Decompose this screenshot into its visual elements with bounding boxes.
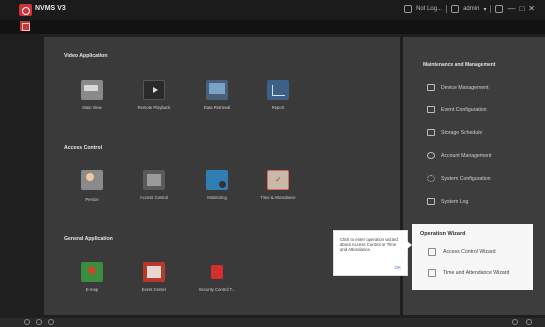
- app-title: NVMS V3: [35, 5, 66, 12]
- app-logo-icon: [19, 4, 32, 16]
- emap-icon: [81, 262, 103, 282]
- menu-system-log[interactable]: System Log: [427, 198, 468, 205]
- access-control-icon: [143, 170, 165, 190]
- tile-label: Security Control T...: [198, 287, 236, 292]
- login-status[interactable]: Not Log...: [416, 6, 442, 12]
- section-title-access: Access Control: [64, 145, 103, 151]
- tile-label: Access Control: [139, 195, 169, 200]
- expand-icon[interactable]: [512, 319, 518, 325]
- tile-data-retrieval[interactable]: Data Retrieval: [192, 80, 242, 110]
- tile-label: Monitoring: [207, 195, 227, 200]
- tile-person[interactable]: Person: [67, 170, 117, 202]
- security-control-icon: [206, 262, 228, 282]
- tile-emap[interactable]: E-map: [67, 262, 117, 292]
- tile-label: Person: [85, 197, 99, 202]
- tooltip-text: Click to enter operation wizard about Ac…: [340, 237, 398, 253]
- tile-event-center[interactable]: Event Center: [129, 262, 179, 292]
- lock-icon[interactable]: [495, 5, 504, 13]
- wizard-title: Operation Wizard: [420, 231, 466, 237]
- tile-label: E-map: [85, 287, 99, 292]
- tile-report[interactable]: Report: [253, 80, 303, 110]
- wizard-item-label: Time and Attendance Wizard: [443, 270, 510, 276]
- alarm-status-icon[interactable]: [24, 319, 30, 325]
- home-tab-icon[interactable]: [20, 21, 30, 31]
- maintenance-title: Maintenance and Management: [423, 62, 496, 68]
- title-bar: NVMS V3 Not Log... admin ▾ — □ ✕: [0, 0, 545, 20]
- monitoring-icon: [206, 170, 228, 190]
- user-name[interactable]: admin: [463, 6, 479, 12]
- menu-storage-schedule[interactable]: Storage Schedule: [427, 129, 482, 136]
- divider: [446, 5, 448, 13]
- status-bar: [0, 318, 545, 327]
- menu-label: Storage Schedule: [441, 129, 483, 136]
- report-icon: [267, 80, 289, 100]
- time-attendance-icon: [267, 170, 289, 190]
- log-icon: [427, 198, 435, 205]
- wizard-item-label: Access Control Wizard: [443, 249, 496, 255]
- user-icon: [451, 5, 460, 13]
- tile-label: Data Retrieval: [203, 105, 231, 110]
- section-title-video: Video Application: [64, 53, 108, 59]
- tile-label: Main View: [82, 105, 102, 110]
- sound-icon[interactable]: [48, 319, 54, 325]
- warning-icon[interactable]: [36, 319, 42, 325]
- alarm-icon[interactable]: [404, 5, 413, 13]
- menu-system-configuration[interactable]: System Configuration: [427, 175, 491, 182]
- menu-label: System Log: [441, 198, 469, 205]
- maximize-button[interactable]: □: [519, 5, 524, 13]
- event-center-icon: [143, 262, 165, 282]
- camera-icon: [81, 80, 103, 100]
- menu-label: Account Management: [441, 152, 492, 159]
- operation-wizard-panel: Operation Wizard Access Control Wizard T…: [412, 224, 533, 290]
- minimize-button[interactable]: —: [507, 5, 515, 13]
- attendance-wizard-icon: [428, 269, 436, 277]
- tile-label: Remote Playback: [137, 105, 171, 110]
- divider: [490, 5, 492, 13]
- data-retrieval-icon: [206, 80, 228, 100]
- event-config-icon: [427, 106, 435, 113]
- menu-label: Device Management: [441, 84, 489, 91]
- tile-security-control[interactable]: Security Control T...: [192, 262, 242, 292]
- wizard-tooltip: Click to enter operation wizard about Ac…: [333, 230, 412, 276]
- tile-remote-playback[interactable]: Remote Playback: [129, 80, 179, 110]
- access-wizard-icon: [428, 248, 436, 256]
- playback-icon: [143, 80, 165, 100]
- person-icon: [81, 170, 103, 190]
- device-icon: [427, 84, 435, 91]
- tooltip-ok-button[interactable]: OK: [394, 265, 401, 270]
- tile-monitoring[interactable]: Monitoring: [192, 170, 242, 200]
- tile-access-control[interactable]: Access Control: [129, 170, 179, 200]
- menu-event-configuration[interactable]: Event Configuration: [427, 106, 487, 113]
- menu-device-management[interactable]: Device Management: [427, 84, 489, 91]
- fullscreen-icon[interactable]: [526, 319, 532, 325]
- close-button[interactable]: ✕: [528, 5, 535, 13]
- tile-time-attendance[interactable]: Time & Attendance: [253, 170, 303, 200]
- titlebar-controls: Not Log... admin ▾ — □ ✕: [404, 5, 535, 13]
- time-attendance-wizard-button[interactable]: Time and Attendance Wizard: [428, 269, 509, 277]
- access-control-wizard-button[interactable]: Access Control Wizard: [428, 248, 495, 256]
- menu-label: System Configuration: [441, 175, 491, 182]
- tile-label: Event Center: [141, 287, 167, 292]
- tab-bar: [0, 20, 545, 34]
- menu-label: Event Configuration: [441, 106, 487, 113]
- tile-label: Report: [271, 105, 285, 110]
- menu-account-management[interactable]: Account Management: [427, 152, 491, 159]
- tile-label: Time & Attendance: [260, 195, 296, 200]
- section-title-general: General Application: [64, 236, 113, 242]
- gear-icon: [427, 175, 435, 182]
- tile-main-view[interactable]: Main View: [67, 80, 117, 110]
- storage-icon: [427, 129, 435, 136]
- account-icon: [427, 152, 435, 159]
- user-dropdown-caret-icon[interactable]: ▾: [483, 6, 486, 13]
